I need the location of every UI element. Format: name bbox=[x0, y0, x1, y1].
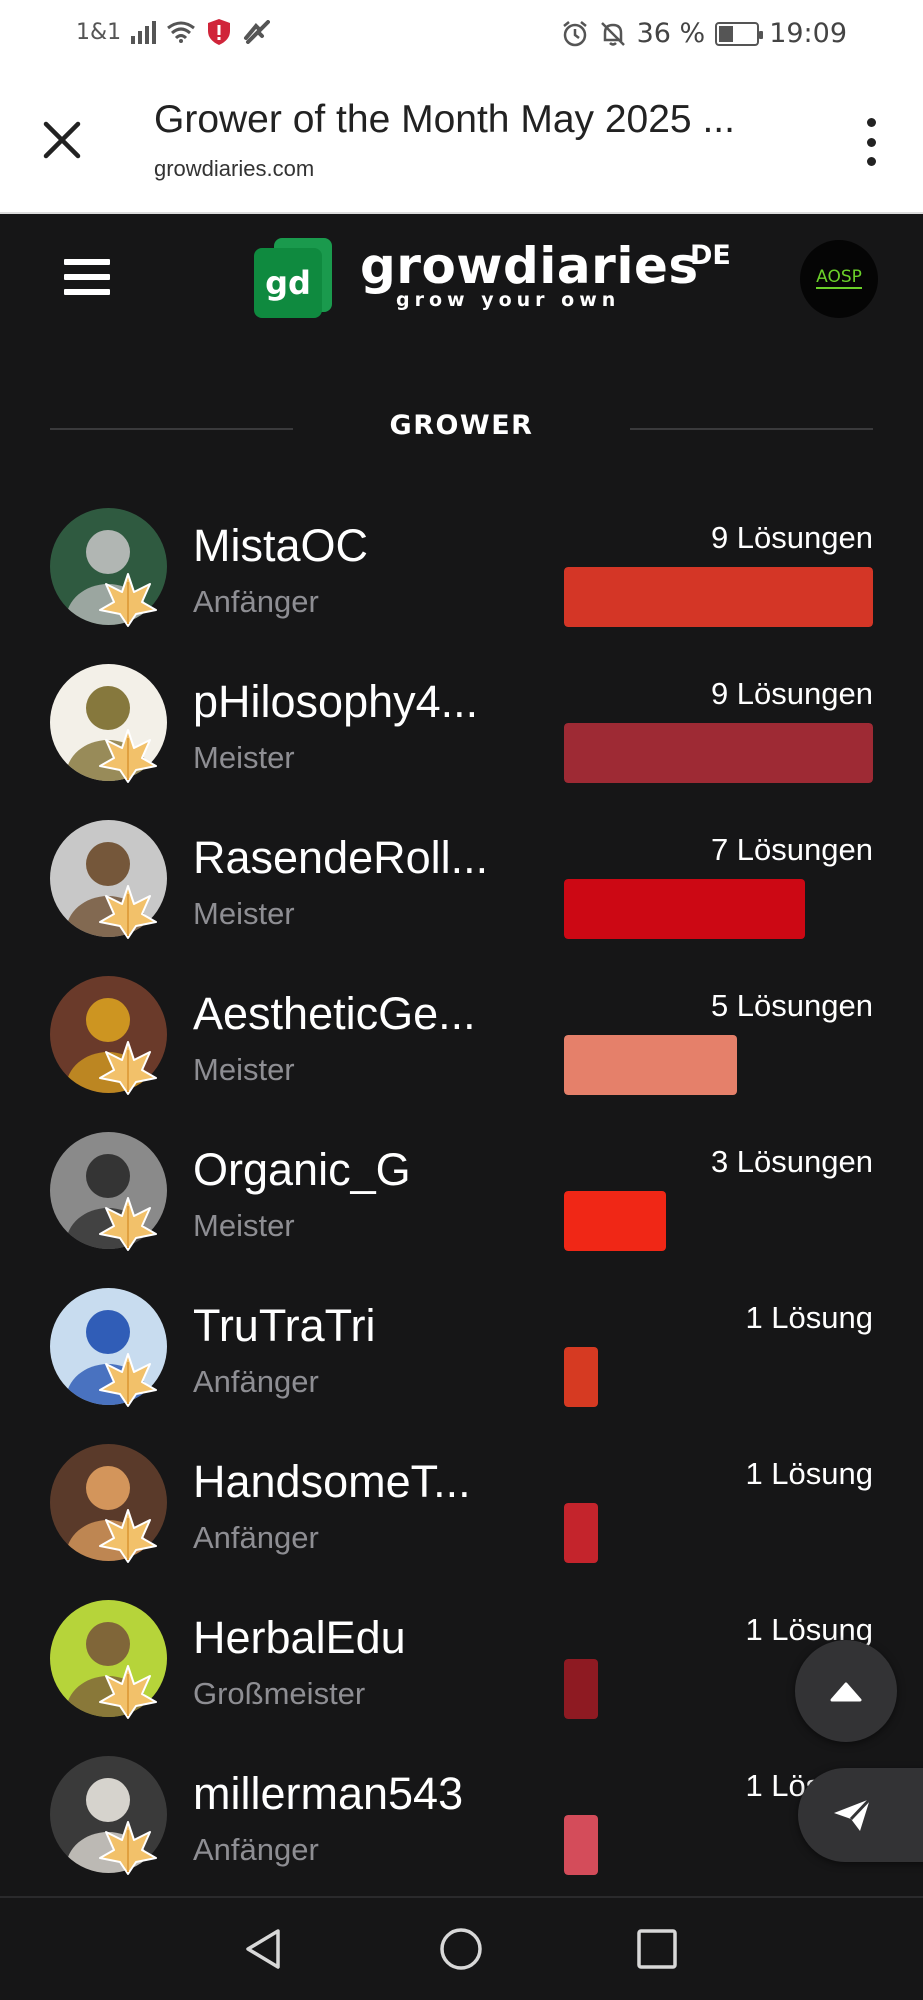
grower-row[interactable]: millerman543Anfänger1 Lösung bbox=[50, 1756, 873, 1896]
grower-level: Anfänger bbox=[193, 1520, 319, 1555]
rank-leaf-icon bbox=[99, 1509, 157, 1563]
grower-level: Anfänger bbox=[193, 584, 319, 619]
system-nav-bar bbox=[0, 1896, 923, 2000]
battery-icon bbox=[715, 21, 764, 46]
solutions-bar-fill bbox=[564, 1347, 598, 1407]
solutions-bar bbox=[564, 1191, 873, 1251]
grower-name[interactable]: AestheticGe... bbox=[193, 988, 476, 1040]
language-switch[interactable]: DE bbox=[690, 240, 731, 271]
solutions-bar-fill bbox=[564, 879, 806, 939]
grower-row[interactable]: Organic_G Meister 3 Lösungen bbox=[50, 1132, 873, 1272]
rank-leaf-icon bbox=[99, 573, 157, 627]
grower-name[interactable]: HerbalEdu bbox=[193, 1612, 406, 1664]
page-title: Grower of the Month May 2025 ... bbox=[154, 98, 735, 141]
nav-back-icon[interactable] bbox=[238, 1924, 288, 1974]
nav-home-icon[interactable] bbox=[436, 1924, 486, 1974]
solutions-bar bbox=[564, 1503, 873, 1563]
solutions-bar bbox=[564, 723, 873, 783]
carrier-label: 1&1 bbox=[76, 19, 122, 45]
rank-leaf-icon bbox=[99, 885, 157, 939]
solutions-bar bbox=[564, 567, 873, 627]
status-left: 1&1 bbox=[76, 18, 271, 46]
solutions-bar bbox=[564, 879, 873, 939]
grower-name[interactable]: RasendeRoll... bbox=[193, 832, 488, 884]
grower-name[interactable]: HandsomeT... bbox=[193, 1456, 471, 1508]
rank-leaf-icon bbox=[99, 1041, 157, 1095]
grower-level: Anfänger bbox=[193, 1364, 319, 1399]
alarm-icon bbox=[562, 20, 587, 46]
page-url[interactable]: growdiaries.com bbox=[154, 156, 314, 182]
close-tab-button[interactable] bbox=[38, 116, 86, 164]
grower-level: Meister bbox=[193, 1052, 295, 1087]
shield-alert-icon bbox=[208, 19, 231, 45]
solutions-bar-fill bbox=[564, 1503, 598, 1563]
rank-leaf-icon bbox=[99, 1821, 157, 1875]
grower-level: Großmeister bbox=[193, 1676, 366, 1711]
rank-leaf-icon bbox=[99, 1353, 157, 1407]
grower-row[interactable]: MistaOC Anfänger 9 Lösungen bbox=[50, 508, 873, 648]
divider-right bbox=[630, 428, 873, 430]
logo-badge: gd bbox=[254, 238, 334, 320]
solutions-bar bbox=[564, 1035, 873, 1095]
close-icon bbox=[43, 121, 81, 159]
browser-toolbar: Grower of the Month May 2025 ... growdia… bbox=[0, 70, 923, 214]
chevron-up-icon bbox=[830, 1682, 862, 1702]
solutions-count: 5 Lösungen bbox=[710, 988, 873, 1023]
grower-name[interactable]: MistaOC bbox=[193, 520, 368, 572]
solutions-count: 9 Lösungen bbox=[710, 520, 873, 555]
app-notification-icon bbox=[244, 20, 271, 44]
solutions-bar-fill bbox=[564, 1035, 738, 1095]
solutions-bar-fill bbox=[564, 1659, 598, 1719]
grower-row[interactable]: AestheticGe... Meister 5 Lösungen bbox=[50, 976, 873, 1116]
grower-row[interactable]: TruTraTri Anfänger 1 Lösung bbox=[50, 1288, 873, 1428]
solutions-count: 9 Lösungen bbox=[710, 676, 873, 711]
solutions-count: 3 Lösungen bbox=[710, 1144, 873, 1179]
mute-bell-icon bbox=[600, 21, 625, 46]
clock: 19:09 bbox=[769, 18, 847, 49]
solutions-bar-fill bbox=[564, 723, 873, 783]
solutions-bar bbox=[564, 1347, 873, 1407]
user-avatar-text: AOSP bbox=[816, 267, 862, 289]
grower-row[interactable]: HandsomeT... Anfänger 1 Lösung bbox=[50, 1444, 873, 1584]
nav-recents-icon[interactable] bbox=[632, 1924, 682, 1974]
grower-level: Meister bbox=[193, 1208, 295, 1243]
scroll-top-button[interactable] bbox=[795, 1640, 897, 1742]
section-header: GROWER bbox=[50, 407, 873, 447]
section-title: GROWER bbox=[389, 410, 534, 441]
grower-level: Anfänger bbox=[193, 1832, 319, 1867]
battery-percent: 36 % bbox=[636, 18, 706, 49]
solutions-count: 7 Lösungen bbox=[710, 832, 873, 867]
send-message-button[interactable] bbox=[798, 1768, 923, 1862]
wifi-icon bbox=[167, 21, 196, 43]
rank-leaf-icon bbox=[99, 1197, 157, 1251]
grower-row[interactable]: HerbalEdu Großmeister 1 Lösung bbox=[50, 1600, 873, 1740]
signal-icon bbox=[131, 20, 157, 44]
logo-short: gd bbox=[254, 248, 322, 318]
grower-name[interactable]: millerman543 bbox=[193, 1768, 463, 1820]
solutions-count: 1 Lösung bbox=[745, 1300, 873, 1335]
grower-level: Meister bbox=[193, 896, 295, 931]
rank-leaf-icon bbox=[99, 729, 157, 783]
grower-row[interactable]: RasendeRoll... Meister 7 Lösungen bbox=[50, 820, 873, 960]
logo-name: growdiaries bbox=[360, 237, 699, 295]
status-bar: 1&1 36 % 19:09 bbox=[0, 0, 923, 70]
solutions-count: 1 Lösung bbox=[745, 1456, 873, 1491]
solutions-bar-fill bbox=[564, 567, 873, 627]
status-right: 36 % 19:09 bbox=[561, 18, 847, 49]
hamburger-icon[interactable] bbox=[64, 259, 110, 295]
grower-name[interactable]: pHilosophy4... bbox=[193, 676, 478, 728]
grower-name[interactable]: Organic_G bbox=[193, 1144, 411, 1196]
grower-level: Meister bbox=[193, 740, 295, 775]
send-icon bbox=[834, 1797, 872, 1831]
site-logo[interactable]: gd growdiaries grow your own bbox=[254, 238, 699, 320]
rank-leaf-icon bbox=[99, 1665, 157, 1719]
grower-row[interactable]: pHilosophy4... Meister 9 Lösungen bbox=[50, 664, 873, 804]
grower-name[interactable]: TruTraTri bbox=[193, 1300, 375, 1352]
solutions-bar-fill bbox=[564, 1815, 598, 1875]
more-vert-icon[interactable] bbox=[859, 118, 883, 166]
user-avatar[interactable]: AOSP bbox=[800, 240, 878, 318]
solutions-bar-fill bbox=[564, 1191, 666, 1251]
